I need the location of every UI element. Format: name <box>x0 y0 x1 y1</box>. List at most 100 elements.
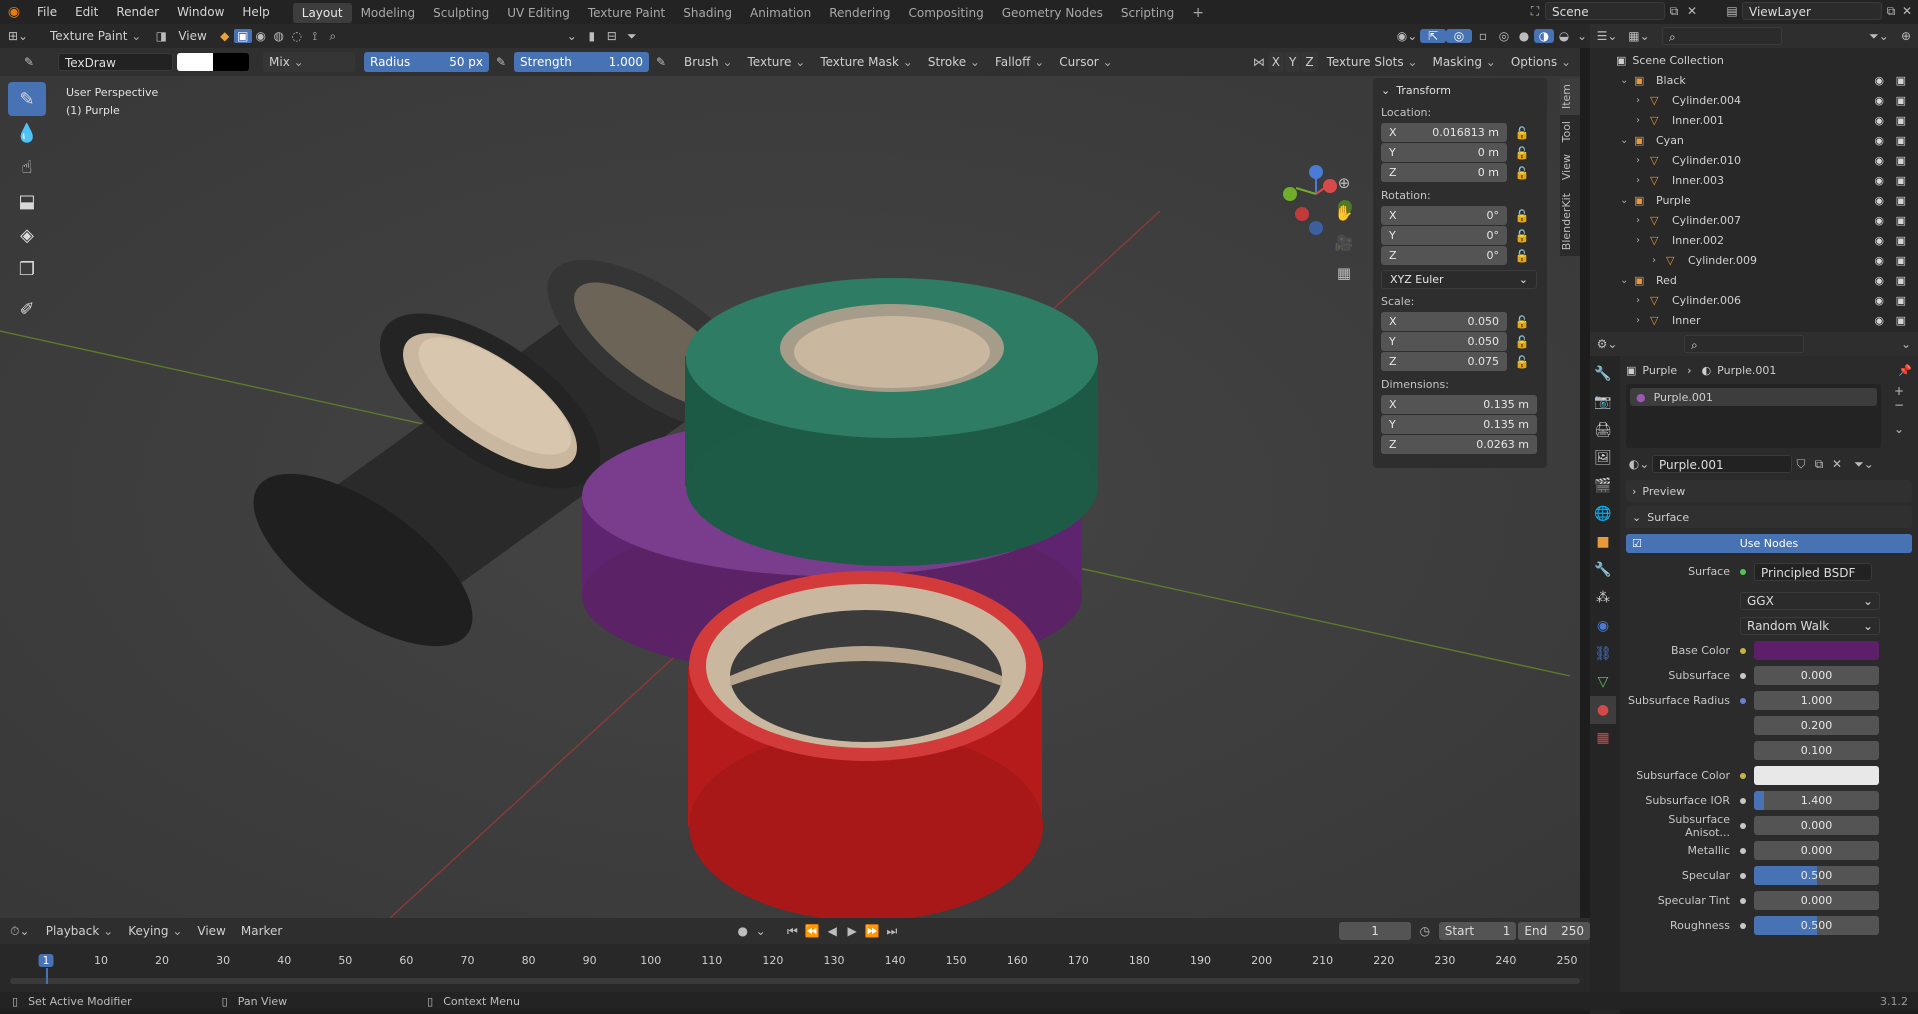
lock-icon[interactable]: 🔓 <box>1507 146 1537 160</box>
layer-icon[interactable]: ◨ <box>150 29 172 43</box>
wireframe-shading-icon[interactable]: ◎ <box>1494 29 1514 43</box>
keyframe-options-icon[interactable]: ⌄ <box>753 924 769 938</box>
zoom-icon[interactable]: ⊕ <box>1332 168 1356 198</box>
vertex-select-icon[interactable]: ◉ <box>252 29 270 43</box>
select-box-icon[interactable]: ▣ <box>233 29 252 43</box>
record-icon[interactable]: ● <box>733 924 753 938</box>
radius-slider[interactable]: Radius 50 px <box>364 52 489 72</box>
lasso-icon[interactable]: ◌ <box>288 29 306 43</box>
jump-keyframe-forward-icon[interactable]: ⏩ <box>862 924 882 938</box>
view-menu[interactable]: View <box>172 26 212 46</box>
subsurface-color-swatch[interactable] <box>1754 766 1879 785</box>
timeline-view-menu[interactable]: View <box>191 921 231 941</box>
brush-name-field[interactable]: TexDraw <box>58 53 173 71</box>
view-layer-tab-icon[interactable]: 🖼 <box>1590 444 1616 472</box>
editor-type-icon[interactable]: ⊞⌄ <box>0 29 36 43</box>
outliner-object[interactable]: › ▽ Inner.001 ◉ ▣ <box>1590 110 1918 130</box>
object-tab-icon[interactable]: ■ <box>1590 528 1616 556</box>
filter-icon[interactable]: ⏷⌄ <box>1864 29 1894 44</box>
close-icon[interactable]: ✕ <box>1900 4 1914 18</box>
tab-sculpting[interactable]: Sculpting <box>424 3 498 23</box>
mirror-x-toggle[interactable]: X <box>1267 52 1285 72</box>
filter-icon[interactable]: ⏷ <box>622 29 642 44</box>
face-select-icon[interactable]: ◍ <box>270 29 288 43</box>
copy-icon[interactable]: ⧉ <box>1665 4 1683 19</box>
material-slot-item[interactable]: ● Purple.001 <box>1630 388 1877 406</box>
chevron-right-icon[interactable]: › <box>1636 315 1650 326</box>
chevron-down-icon[interactable]: ⌄ <box>1620 195 1634 206</box>
rotation-x-field[interactable]: X 0° <box>1381 206 1507 225</box>
outliner-object[interactable]: › ▽ Inner.002 ◉ ▣ <box>1590 230 1918 250</box>
stroke-menu[interactable]: Stroke <box>922 52 986 72</box>
menu-render[interactable]: Render <box>107 0 168 24</box>
chevron-down-icon[interactable]: ⌄ <box>1889 422 1909 436</box>
scale-z-field[interactable]: Z 0.075 <box>1381 352 1507 371</box>
xray-icon[interactable]: ▫ <box>1472 29 1494 43</box>
copy-icon[interactable]: ⧉ <box>1882 4 1900 19</box>
draw-brush-icon[interactable]: ✎ <box>8 82 46 116</box>
render-camera-icon[interactable]: ▣ <box>1896 234 1906 247</box>
lock-icon[interactable]: 🔓 <box>1507 315 1537 329</box>
data-tab-icon[interactable]: ▽ <box>1590 668 1616 696</box>
smear-brush-icon[interactable]: ☝ <box>8 150 46 184</box>
tab-geometry-nodes[interactable]: Geometry Nodes <box>993 3 1112 23</box>
chevron-right-icon[interactable]: › <box>1636 175 1650 186</box>
property-value-slider[interactable]: 0.500 <box>1754 866 1879 885</box>
chevron-right-icon[interactable]: › <box>1636 235 1650 246</box>
mode-dropdown[interactable]: Texture Paint <box>36 26 147 46</box>
visibility-eye-icon[interactable]: ◉ <box>1874 194 1884 207</box>
color-secondary-swatch[interactable] <box>213 53 249 71</box>
jump-keyframe-back-icon[interactable]: ⏪ <box>802 924 822 938</box>
outliner-object[interactable]: › ▽ Cylinder.010 ◉ ▣ <box>1590 150 1918 170</box>
visibility-eye-icon[interactable]: ◉ <box>1874 274 1884 287</box>
outliner-collection[interactable]: ⌄ ▣ Purple ◉ ▣ <box>1590 190 1918 210</box>
preview-panel-header[interactable]: › Preview <box>1626 480 1912 502</box>
duplicate-icon[interactable]: ⧉ <box>1810 457 1828 472</box>
keying-menu[interactable]: Keying <box>122 921 188 941</box>
outliner-object[interactable]: › ▽ Inner.003 ◉ ▣ <box>1590 170 1918 190</box>
pivot-icon[interactable]: ⊟ <box>602 29 622 43</box>
falloff-menu[interactable]: Falloff <box>989 52 1050 72</box>
strength-pressure-icon[interactable]: ✎ <box>652 55 670 69</box>
visibility-eye-icon[interactable]: ◉ <box>1874 234 1884 247</box>
dimensions-z-field[interactable]: Z 0.0263 m <box>1381 435 1537 454</box>
color-primary-swatch[interactable] <box>177 53 213 71</box>
timeline-scrollbar[interactable] <box>10 978 1580 984</box>
menu-help[interactable]: Help <box>233 0 278 24</box>
brush-menu[interactable]: Brush <box>678 52 739 72</box>
filter-icon[interactable]: ⏷⌄ <box>1852 457 1876 472</box>
editor-type-icon[interactable]: ⏱⌄ <box>0 924 40 939</box>
texture-slots-menu[interactable]: Texture Slots <box>1321 52 1424 72</box>
render-camera-icon[interactable]: ▣ <box>1896 294 1906 307</box>
render-camera-icon[interactable]: ▣ <box>1896 134 1906 147</box>
camera-icon[interactable]: 🎥 <box>1332 228 1356 258</box>
outliner-object[interactable]: › ▽ Cylinder.006 ◉ ▣ <box>1590 290 1918 310</box>
visibility-eye-icon[interactable]: ◉⌄ <box>1394 29 1420 43</box>
distribution-dropdown[interactable]: GGX ⌄ <box>1740 591 1880 610</box>
end-frame-field[interactable]: End 250 <box>1518 922 1591 940</box>
use-nodes-toggle[interactable]: ☑ Use Nodes <box>1626 534 1912 553</box>
mask-brush-icon[interactable]: ❐ <box>8 252 46 286</box>
property-value-slider[interactable]: 1.000 <box>1754 691 1879 710</box>
jump-end-icon[interactable]: ⏭ <box>882 924 902 939</box>
add-slot-icon[interactable]: + <box>1889 384 1909 398</box>
lock-icon[interactable]: 🔓 <box>1507 209 1537 223</box>
clone-brush-icon[interactable]: ⬓ <box>8 184 46 218</box>
render-camera-icon[interactable]: ▣ <box>1896 74 1906 87</box>
symmetry-icon[interactable]: ⟟ <box>306 29 324 44</box>
masking-menu[interactable]: Masking <box>1426 52 1501 72</box>
new-collection-icon[interactable]: ⊕ <box>1894 29 1918 43</box>
add-workspace-icon[interactable]: + <box>1183 3 1213 23</box>
pin-icon[interactable]: 📌 <box>1898 364 1912 377</box>
strength-slider[interactable]: Strength 1.000 <box>514 52 649 72</box>
location-y-field[interactable]: Y0 m <box>1381 143 1507 162</box>
chevron-down-icon[interactable]: ⌄ <box>1894 337 1918 351</box>
outliner-object[interactable]: › ▽ Cylinder.004 ◉ ▣ <box>1590 90 1918 110</box>
snap-icon[interactable]: ⌄ <box>562 29 582 43</box>
solid-shading-icon[interactable]: ● <box>1514 29 1534 43</box>
render-camera-icon[interactable]: ▣ <box>1896 314 1906 327</box>
render-tab-icon[interactable]: 📷 <box>1590 388 1616 416</box>
outliner-object[interactable]: › ▽ Inner ◉ ▣ <box>1590 310 1918 330</box>
visibility-eye-icon[interactable]: ◉ <box>1874 154 1884 167</box>
tab-animation[interactable]: Animation <box>741 3 820 23</box>
